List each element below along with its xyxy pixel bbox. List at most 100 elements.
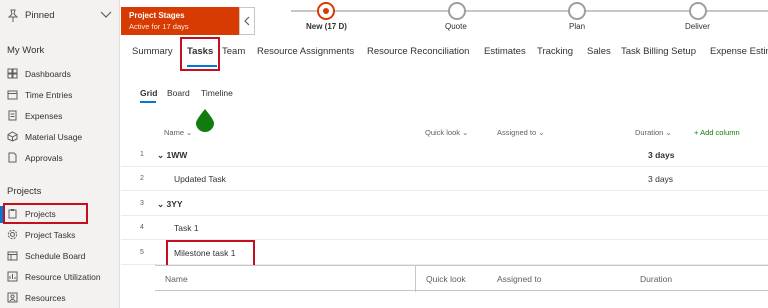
stage-node-new[interactable] — [317, 2, 335, 20]
stage-label-deliver: Deliver — [685, 22, 710, 31]
task-duration: 3 days — [648, 150, 675, 160]
calendar-icon — [7, 251, 18, 261]
tab-summary[interactable]: Summary — [132, 46, 173, 57]
subtab-grid[interactable]: Grid — [140, 88, 157, 98]
table-row[interactable]: 3 ⌄ 3YY — [121, 194, 768, 216]
stage-title: Project Stages — [129, 11, 185, 20]
sidebar-item-label: Material Usage — [25, 132, 83, 142]
header-name-label: Name — [164, 128, 185, 137]
chevron-down-icon: ⌄ — [665, 128, 672, 137]
chevron-down-icon: ⌄ — [186, 128, 193, 137]
business-process-bar: Project Stages Active for 17 days New (1… — [121, 0, 768, 36]
stage-subtitle: Active for 17 days — [129, 22, 189, 31]
task-name: Task 1 — [174, 223, 199, 233]
collapse-chevron-icon[interactable]: ⌄ — [157, 199, 164, 209]
row-number: 3 — [140, 200, 144, 207]
sidebar-item-resources[interactable]: Resources — [0, 288, 118, 308]
column-header-name[interactable]: Name ⌄ — [164, 128, 192, 137]
cube-icon — [7, 131, 18, 142]
pinned-label: Pinned — [25, 10, 55, 21]
task-name: Updated Task — [174, 174, 226, 184]
row-number: 5 — [140, 249, 144, 256]
active-subtab-indicator — [140, 101, 156, 103]
sidebar-item-label: Dashboards — [25, 69, 71, 79]
stage-label-quote: Quote — [445, 22, 467, 31]
sidebar-item-schedule-board[interactable]: Schedule Board — [0, 246, 118, 267]
column-header-assigned-to[interactable]: Assigned to ⌄ — [497, 128, 545, 137]
stage-back-button[interactable] — [239, 7, 255, 35]
tasks-highlight-box — [180, 37, 220, 71]
footer-quick-look: Quick look — [426, 274, 466, 284]
row-number: 4 — [140, 224, 144, 231]
stage-label-new: New (17 D) — [306, 22, 347, 31]
sidebar-item-resource-utilization[interactable]: Resource Utilization — [0, 267, 118, 288]
tab-sales[interactable]: Sales — [587, 46, 611, 57]
sidebar-item-label: Time Entries — [25, 90, 73, 100]
sidebar: Pinned My Work Dashboards Time Entries E… — [0, 0, 120, 308]
subtab-board[interactable]: Board — [167, 88, 190, 98]
task-name-text: 3YY — [166, 199, 183, 209]
column-header-duration[interactable]: Duration ⌄ — [635, 128, 672, 137]
drop-icon — [196, 109, 214, 132]
sidebar-item-approvals[interactable]: Approvals — [0, 148, 118, 169]
tab-team[interactable]: Team — [222, 46, 245, 57]
calendar-icon — [7, 90, 18, 100]
table-row[interactable]: 1 ⌄ 1WW 3 days — [121, 145, 768, 167]
new-task-name-field[interactable]: Name — [165, 274, 188, 284]
sidebar-item-dashboards[interactable]: Dashboards — [0, 64, 118, 85]
project-stages-flyout[interactable]: Project Stages Active for 17 days — [121, 7, 239, 35]
task-name: ⌄ 3YY — [157, 199, 183, 210]
footer-assigned-to: Assigned to — [497, 274, 542, 284]
my-work-heading: My Work — [7, 45, 45, 56]
chart-icon — [7, 271, 18, 282]
sidebar-item-material-usage[interactable]: Material Usage — [0, 127, 118, 148]
task-name: ⌄ 1WW — [157, 150, 187, 161]
sidebar-item-label: Project Tasks — [25, 230, 76, 240]
pin-icon — [7, 9, 19, 22]
column-divider — [415, 266, 416, 292]
tab-resource-assignments[interactable]: Resource Assignments — [257, 46, 354, 57]
row-number: 1 — [140, 151, 144, 158]
tab-expense-estimates[interactable]: Expense Estim — [710, 46, 768, 57]
header-quick-look-label: Quick look — [425, 128, 461, 137]
stage-node-plan[interactable] — [568, 2, 586, 20]
dashboard-icon — [7, 68, 18, 79]
person-icon — [7, 292, 18, 303]
add-column-button[interactable]: + Add column — [694, 128, 740, 137]
pinned-toggle[interactable]: Pinned — [0, 6, 120, 28]
table-row[interactable]: 4 Task 1 — [121, 218, 768, 240]
sidebar-item-label: Approvals — [25, 153, 63, 163]
task-name-text: 1WW — [166, 150, 188, 160]
header-assigned-to-label: Assigned to — [497, 128, 537, 137]
row-number: 2 — [140, 175, 144, 182]
receipt-icon — [8, 110, 17, 121]
stage-label-plan: Plan — [569, 22, 586, 31]
projects-highlight-box — [3, 203, 88, 224]
gear-icon — [7, 229, 18, 240]
sidebar-item-project-tasks[interactable]: Project Tasks — [0, 225, 118, 246]
header-duration-label: Duration — [635, 128, 664, 137]
tab-resource-reconciliation[interactable]: Resource Reconciliation — [367, 46, 469, 57]
chevron-down-icon — [100, 11, 112, 18]
sidebar-item-label: Schedule Board — [25, 251, 86, 261]
table-row[interactable]: 2 Updated Task 3 days — [121, 169, 768, 191]
document-icon — [8, 152, 17, 163]
stage-node-deliver[interactable] — [689, 2, 707, 20]
sidebar-item-expenses[interactable]: Expenses — [0, 106, 118, 127]
collapse-chevron-icon[interactable]: ⌄ — [157, 150, 164, 160]
milestone-highlight-box — [166, 240, 255, 267]
subtab-timeline[interactable]: Timeline — [201, 88, 233, 98]
sidebar-item-label: Resource Utilization — [25, 272, 101, 282]
column-header-quick-look[interactable]: Quick look ⌄ — [425, 128, 468, 137]
sidebar-item-time-entries[interactable]: Time Entries — [0, 85, 118, 106]
tab-task-billing-setup[interactable]: Task Billing Setup — [621, 46, 696, 57]
new-task-row[interactable]: Name Quick look Assigned to Duration — [155, 265, 768, 292]
add-column-label: Add column — [700, 128, 740, 137]
chevron-down-icon: ⌄ — [462, 128, 469, 137]
tab-estimates[interactable]: Estimates — [484, 46, 526, 57]
task-duration: 3 days — [648, 174, 674, 184]
tab-tracking[interactable]: Tracking — [537, 46, 573, 57]
sidebar-item-label: Resources — [25, 293, 66, 303]
stage-node-quote[interactable] — [448, 2, 466, 20]
chevron-down-icon: ⌄ — [538, 128, 545, 137]
